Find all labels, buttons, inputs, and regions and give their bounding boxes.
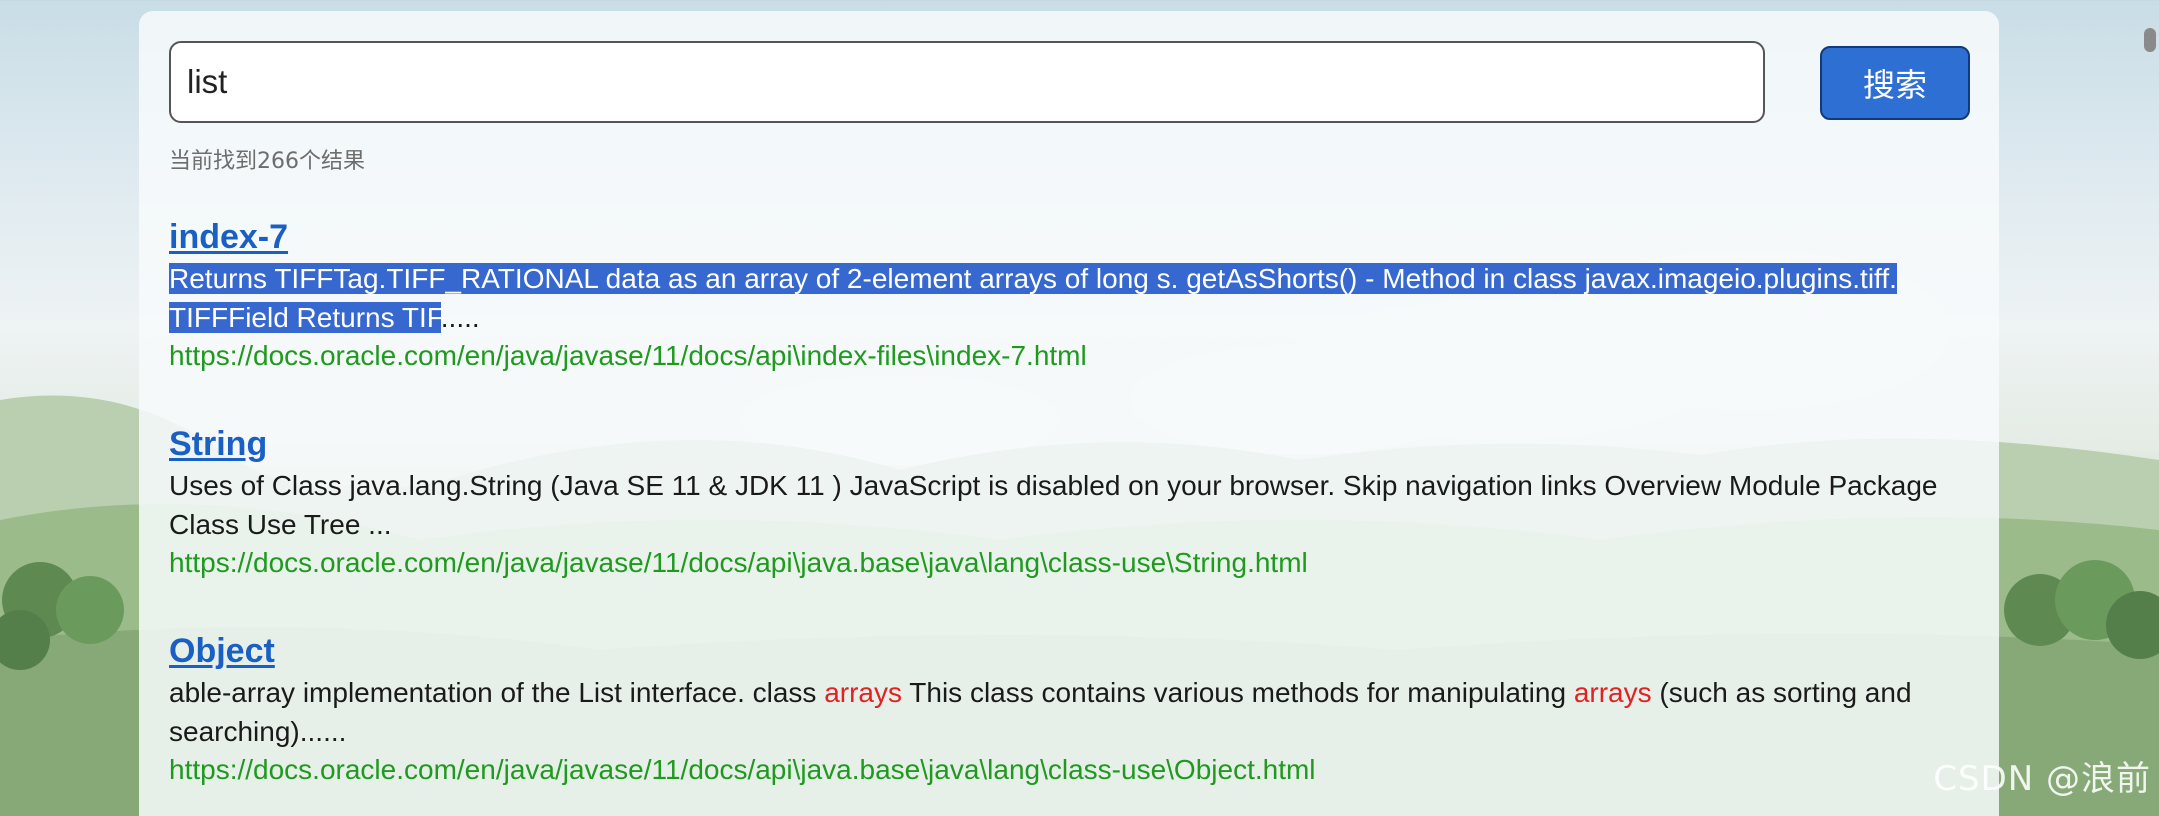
result-snippet: able-array implementation of the List in… [169,673,1959,751]
search-button[interactable]: 搜索 [1820,46,1970,120]
result-snippet: Uses of Class java.lang.String (Java SE … [169,470,1938,540]
keyword-highlight: arrays [824,677,902,708]
result-url-link[interactable]: https://docs.oracle.com/en/java/javase/1… [169,337,1959,375]
snippet-text: able-array implementation of the List in… [169,677,825,708]
search-result: String Uses of Class java.lang.String (J… [169,422,1959,582]
result-snippet: Returns TIFFTag.TIFF_RATIONAL data as an… [169,259,1959,337]
scrollbar-thumb[interactable] [2144,28,2156,52]
search-input[interactable] [169,41,1765,123]
result-title-link[interactable]: index-7 [169,215,1959,259]
selected-text: Returns TIFFTag.TIFF_RATIONAL data as an… [169,263,1897,333]
result-url-link[interactable]: https://docs.oracle.com/en/java/javase/1… [169,751,1959,789]
snippet-ellipsis: ..... [440,302,480,333]
result-title-link[interactable]: Object [169,629,1959,673]
result-url-link[interactable]: https://docs.oracle.com/en/java/javase/1… [169,544,1959,582]
search-result: index-7 Returns TIFFTag.TIFF_RATIONAL da… [169,215,1959,375]
watermark: CSDN @浪前 [1933,759,2151,799]
result-count: 当前找到266个结果 [169,149,365,174]
snippet-text: This class contains various methods for … [902,677,1574,708]
result-title-link[interactable]: String [169,422,1959,466]
search-result: Object able-array implementation of the … [169,629,1959,789]
keyword-highlight: arrays [1573,677,1652,708]
